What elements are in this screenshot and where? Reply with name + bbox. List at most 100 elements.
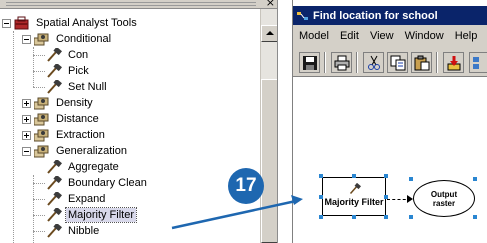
toolbox-tree: Spatial Analyst Tools Conditional Con Pi… [0,9,260,243]
cut-button[interactable] [363,52,384,73]
tree-label: Majority Filter [64,207,138,223]
tree-guide-line [33,215,45,216]
close-icon[interactable]: × [266,0,275,9]
selection-handle[interactable] [473,177,477,181]
menu-help[interactable]: Help [455,30,478,42]
add-data-button[interactable] [443,52,464,73]
tree-item-spatial-analyst-tools[interactable]: Spatial Analyst Tools [2,15,139,31]
selection-handle[interactable] [409,215,413,219]
collapse-icon[interactable] [22,146,31,156]
title-grip [6,5,256,6]
scroll-up-button[interactable] [261,25,277,42]
toolset-icon [34,32,50,46]
toolbar-separator [436,52,438,73]
output-raster-element[interactable]: Output raster [413,180,475,217]
window-title: Find location for school [313,9,438,22]
toolbar-separator [324,52,326,73]
selection-handle[interactable] [384,174,388,178]
tree-item-set-null[interactable]: Set Null [46,79,109,95]
expand-icon[interactable] [22,130,31,140]
expand-icon[interactable] [22,98,31,108]
tree-item-aggregate[interactable]: Aggregate [46,159,121,175]
tree-item-expand[interactable]: Expand [46,191,107,207]
tree-item-density[interactable]: Density [22,95,95,111]
step-callout: 17 [228,168,264,204]
menu-bar: Model Edit View Window Help [293,25,487,47]
tree-guide-line [33,55,45,56]
tree-label: Set Null [68,81,107,93]
tree-guide-line [33,175,34,243]
selection-handle[interactable] [319,174,323,178]
tool-hammer-icon [46,160,62,174]
tree-label: Spatial Analyst Tools [36,17,137,29]
tree-guide-line [33,231,45,232]
tree-item-con[interactable]: Con [46,47,90,63]
tool-hammer-icon [46,224,62,238]
scroll-thumb[interactable] [261,79,277,243]
selection-handle[interactable] [319,195,323,199]
expand-icon[interactable] [22,114,31,124]
toolbox-icon [14,16,30,30]
toolset-icon [34,128,50,142]
output-label-line2: raster [432,198,456,208]
tree-label: Aggregate [68,161,119,173]
tree-label: Density [56,97,93,109]
toolset-icon [34,144,50,158]
arrow-up-icon [266,31,274,35]
cut-icon [368,55,380,70]
tree-item-conditional[interactable]: Conditional [22,31,113,47]
tree-label: Extraction [56,129,105,141]
tree-item-generalization[interactable]: Generalization [22,143,129,159]
vertical-scrollbar[interactable] [260,9,277,243]
tool-hammer-icon [46,208,62,222]
print-icon [334,55,350,71]
tree-label: Con [68,49,89,61]
tree-guide-line [13,31,14,243]
tool-hammer-icon [46,48,62,62]
tool-element-majority-filter[interactable]: Majority Filter [322,177,386,216]
selection-handle[interactable] [473,215,477,219]
selection-handle[interactable] [409,177,413,181]
tool-hammer-icon [46,176,62,190]
copy-icon [390,55,406,71]
arctoolbox-panel: × Spatial Analyst Tools Conditional Con … [0,0,278,243]
more-tools-button[interactable] [469,52,487,73]
save-icon [303,56,317,70]
more-icon [473,57,479,69]
tree-label: Generalization [56,145,127,157]
selection-handle[interactable] [384,215,388,219]
tree-item-distance[interactable]: Distance [22,111,101,127]
collapse-icon[interactable] [2,18,11,28]
toolbar [293,47,487,77]
model-icon [297,11,309,21]
tool-hammer-icon [46,192,62,206]
menu-model[interactable]: Model [299,30,329,42]
print-button[interactable] [331,52,352,73]
tree-label: Pick [68,65,89,77]
tree-item-majority-filter[interactable]: Majority Filter [46,207,138,223]
tree-item-boundary-clean[interactable]: Boundary Clean [46,175,149,191]
toolset-icon [34,112,50,126]
tree-label: Nibble [68,225,100,237]
tree-item-nibble[interactable]: Nibble [46,223,101,239]
tree-item-extraction[interactable]: Extraction [22,127,107,143]
paste-icon [414,55,430,71]
window-title-bar[interactable]: Find location for school [293,6,487,25]
tool-hammer-icon [46,64,62,78]
tree-label: Conditional [56,33,112,45]
menu-view[interactable]: View [370,30,394,42]
save-button[interactable] [299,52,320,73]
selection-handle[interactable] [319,215,323,219]
paste-button[interactable] [411,52,432,73]
toolset-icon [34,96,50,110]
menu-edit[interactable]: Edit [340,30,359,42]
tree-guide-line [33,71,45,72]
tree-label: Distance [56,113,99,125]
selection-handle[interactable] [352,174,356,178]
selection-handle[interactable] [352,215,356,219]
toolbox-title-bar[interactable]: × [0,0,277,9]
tree-item-pick[interactable]: Pick [46,63,91,79]
copy-button[interactable] [387,52,408,73]
collapse-icon[interactable] [22,34,31,44]
menu-window[interactable]: Window [405,30,444,42]
